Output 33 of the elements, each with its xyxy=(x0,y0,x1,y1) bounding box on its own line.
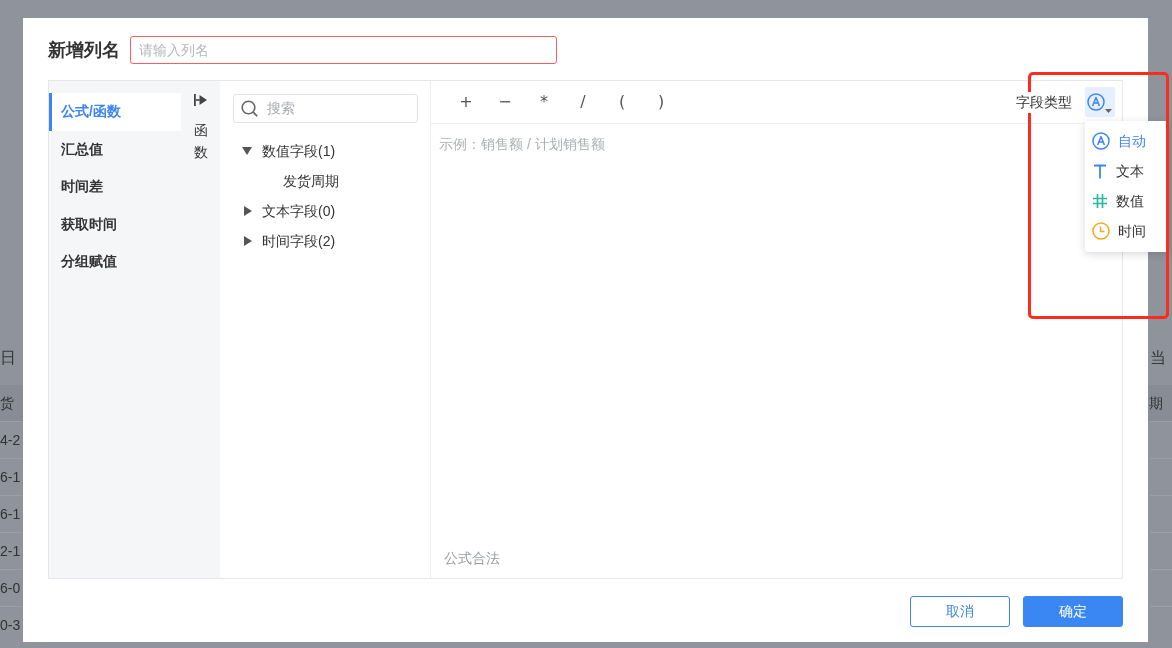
search-field[interactable]: 搜索 xyxy=(233,94,418,123)
search-input[interactable]: 搜索 xyxy=(267,98,417,119)
field-type-button[interactable] xyxy=(1085,87,1115,117)
operator-button[interactable]: * xyxy=(533,88,555,116)
category-tab[interactable]: 公式/函数 xyxy=(49,93,181,131)
category-tab[interactable]: 分组赋值 xyxy=(49,243,181,281)
bar-arrow-icon[interactable] xyxy=(194,94,207,106)
operator-button[interactable]: / xyxy=(572,88,594,116)
caret-icon xyxy=(1105,109,1112,113)
tree-field-item[interactable]: 发货周期 xyxy=(233,166,339,196)
category-tab[interactable]: 获取时间 xyxy=(49,205,181,243)
category-tab[interactable]: 时间差 xyxy=(49,168,181,206)
confirm-button[interactable]: 确定 xyxy=(1023,596,1123,627)
cancel-button[interactable]: 取消 xyxy=(910,596,1010,627)
background-title: 当 xyxy=(1150,348,1167,368)
column-name-field[interactable]: 请输入列名 xyxy=(130,36,557,64)
operator-button[interactable]: ) xyxy=(650,88,672,116)
table-header-cell: 期 xyxy=(1148,385,1172,421)
formula-status: 公式合法 xyxy=(444,549,500,568)
category-tab[interactable]: 汇总值 xyxy=(49,130,181,168)
background-title: 日 xyxy=(0,348,17,368)
operator-button[interactable]: − xyxy=(494,88,516,116)
tree-group-item[interactable]: 文本字段(0) xyxy=(233,196,336,226)
tree-group-item[interactable]: 数值字段(1) xyxy=(233,136,336,166)
field-type-label: 字段类型 xyxy=(1016,91,1072,113)
dialog-title: 新增列名 xyxy=(48,38,120,62)
circled-a-icon xyxy=(1087,93,1105,111)
side-label: 函数 xyxy=(193,121,208,162)
operator-button[interactable]: ( xyxy=(611,88,633,116)
table-header-cell: 货 xyxy=(0,385,23,421)
search-icon xyxy=(241,100,258,117)
operator-button[interactable]: + xyxy=(455,88,477,116)
tree-group-item[interactable]: 时间字段(2) xyxy=(233,226,336,256)
